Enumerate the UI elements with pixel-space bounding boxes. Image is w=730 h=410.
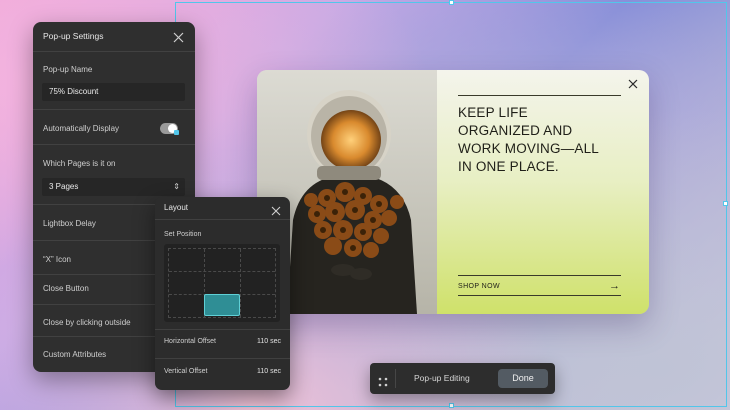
divider bbox=[33, 144, 195, 145]
close-outside-label[interactable]: Close by clicking outside bbox=[43, 318, 131, 327]
divider bbox=[155, 219, 290, 220]
auto-display-toggle[interactable] bbox=[160, 123, 179, 135]
headline-line: KEEP LIFE bbox=[458, 105, 528, 120]
cta-divider-bottom bbox=[458, 295, 621, 296]
panel-title: Pop-up Settings bbox=[43, 31, 104, 41]
vertical-offset-label: Vertical Offset bbox=[164, 368, 208, 375]
popup-name-label: Pop-up Name bbox=[43, 65, 93, 74]
headline-line: IN ONE PLACE. bbox=[458, 159, 559, 174]
auto-display-label: Automatically Display bbox=[43, 124, 120, 133]
x-icon-label[interactable]: “X” Icon bbox=[43, 255, 71, 264]
horizontal-offset-label: Horizontal Offset bbox=[164, 338, 217, 345]
cta-divider-top bbox=[458, 275, 621, 276]
headline-line: ORGANIZED AND bbox=[458, 123, 573, 138]
divider bbox=[33, 109, 195, 110]
popup-preview[interactable]: KEEP LIFE ORGANIZED AND WORK MOVING—ALL … bbox=[257, 70, 649, 314]
resize-handle-bottom[interactable] bbox=[449, 403, 454, 408]
grid-line bbox=[169, 271, 275, 272]
close-icon[interactable] bbox=[271, 203, 281, 216]
position-grid[interactable] bbox=[164, 244, 280, 322]
horizontal-offset-value[interactable]: 110 sec bbox=[257, 338, 281, 345]
arrow-right-icon[interactable]: → bbox=[609, 280, 620, 293]
resize-handle-right[interactable] bbox=[723, 201, 728, 206]
pages-select-value: 3 Pages bbox=[49, 182, 79, 191]
canvas: KEEP LIFE ORGANIZED AND WORK MOVING—ALL … bbox=[0, 0, 730, 410]
close-button-label[interactable]: Close Button bbox=[43, 284, 89, 293]
editing-mode-label: Pop-up Editing bbox=[414, 373, 470, 383]
toolbar-separator bbox=[395, 369, 396, 388]
set-position-label: Set Position bbox=[164, 231, 202, 238]
divider bbox=[155, 358, 290, 359]
layout-panel: Layout Set Position Horizontal Offset 11… bbox=[155, 197, 290, 390]
close-icon[interactable] bbox=[173, 30, 184, 43]
shop-now-link[interactable]: SHOP NOW bbox=[458, 280, 621, 294]
vertical-offset-value[interactable]: 110 sec bbox=[257, 368, 281, 375]
chevron-up-down-icon: ⇕ bbox=[173, 182, 180, 191]
resize-handle-top[interactable] bbox=[449, 0, 454, 5]
headline-divider bbox=[458, 95, 621, 96]
custom-attributes-label[interactable]: Custom Attributes bbox=[43, 350, 106, 359]
done-button[interactable]: Done bbox=[498, 369, 548, 388]
pages-label: Which Pages is it on bbox=[43, 159, 116, 168]
close-icon[interactable] bbox=[627, 77, 639, 89]
divider bbox=[33, 51, 195, 52]
editing-toolbar: Pop-up Editing Done bbox=[370, 363, 555, 394]
pages-select[interactable]: 3 Pages ⇕ bbox=[42, 178, 185, 196]
popup-content: KEEP LIFE ORGANIZED AND WORK MOVING—ALL … bbox=[437, 70, 649, 314]
popup-headline: KEEP LIFE ORGANIZED AND WORK MOVING—ALL … bbox=[458, 104, 628, 176]
grid-line bbox=[240, 249, 241, 317]
lightbox-delay-label[interactable]: Lightbox Delay bbox=[43, 219, 96, 228]
headline-line: WORK MOVING—ALL bbox=[458, 141, 600, 156]
panel-title: Layout bbox=[164, 203, 189, 212]
popup-name-input[interactable]: 75% Discount bbox=[42, 83, 185, 101]
grid-cell-bottom-center[interactable] bbox=[204, 294, 240, 316]
toggle-indicator bbox=[174, 130, 179, 135]
drag-handle-icon[interactable] bbox=[378, 374, 388, 387]
divider bbox=[155, 329, 290, 330]
